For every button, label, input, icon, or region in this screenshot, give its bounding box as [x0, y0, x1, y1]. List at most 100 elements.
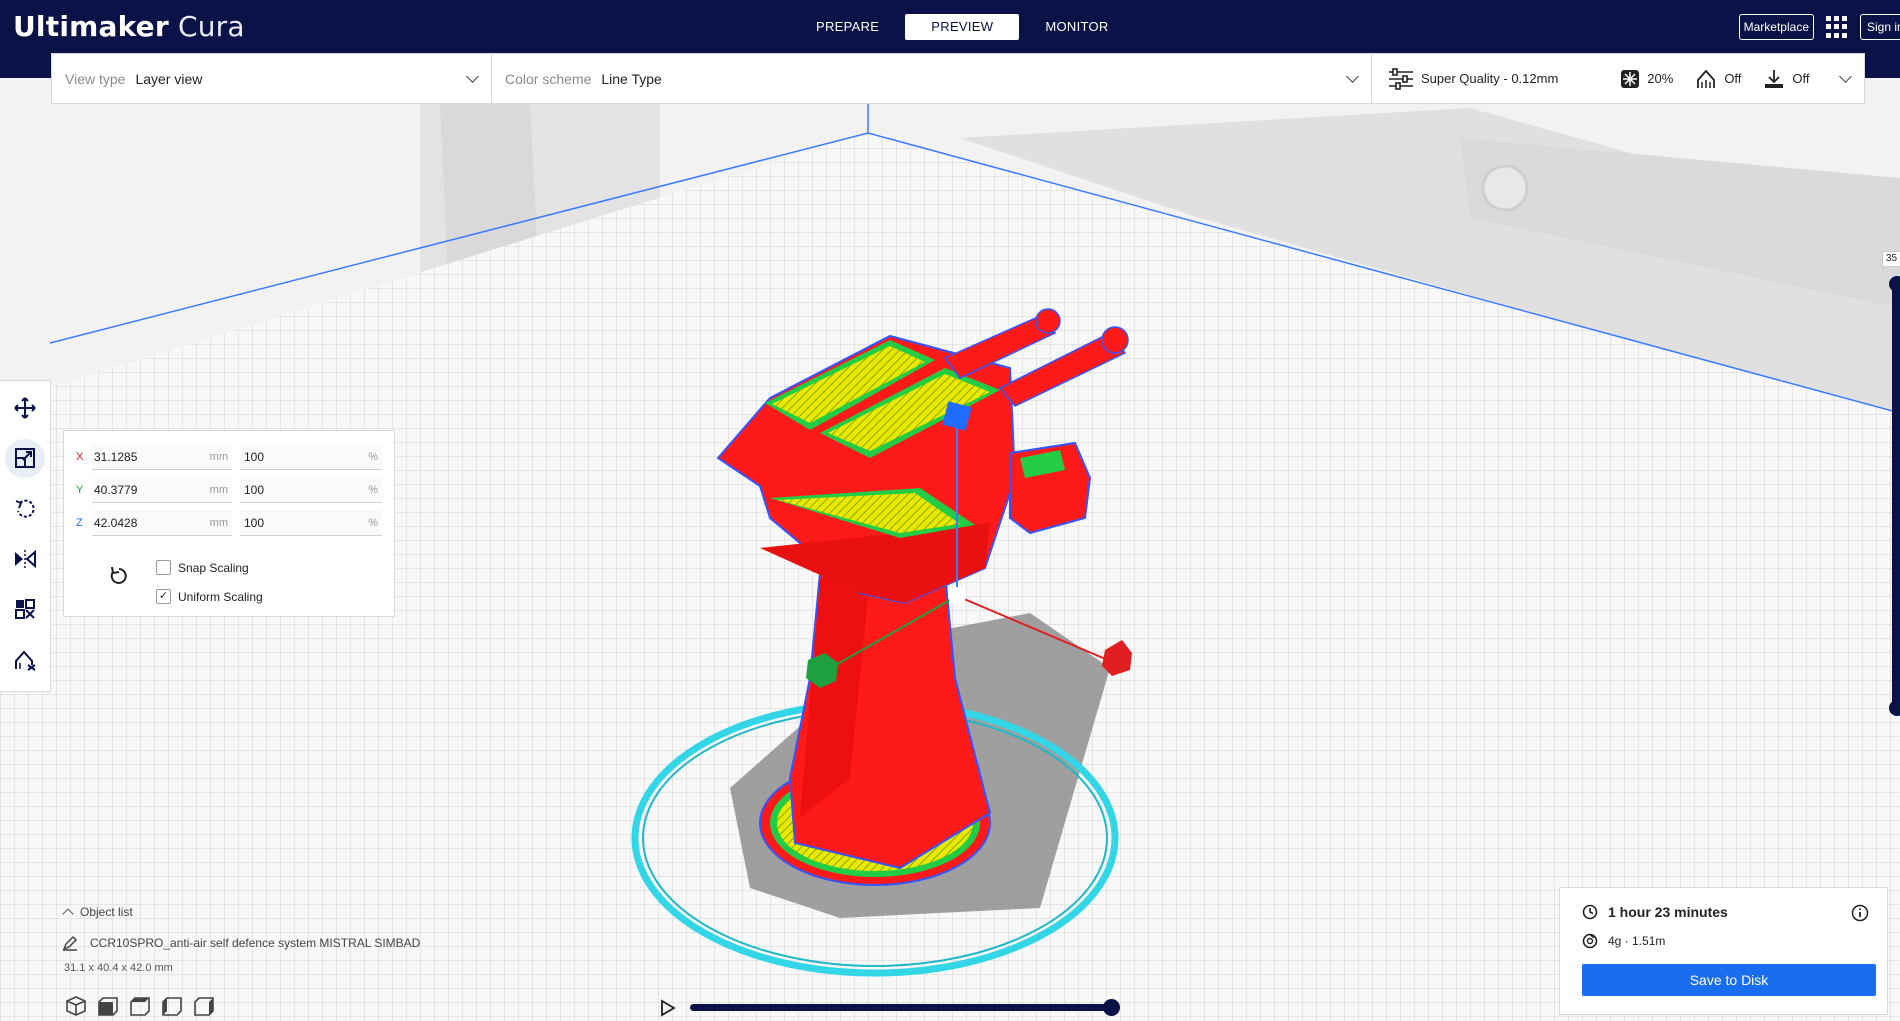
- print-settings-selector[interactable]: Super Quality - 0.12mm 20% Off Off: [1372, 54, 1864, 103]
- stage-menu: PREPARE PREVIEW MONITOR: [790, 14, 1135, 40]
- mirror-tool-button[interactable]: [5, 540, 45, 578]
- layer-slider-top-handle[interactable]: [1889, 276, 1900, 292]
- view-options-bar: View type Layer view Color scheme Line T…: [51, 53, 1865, 104]
- per-model-settings-icon: [15, 599, 35, 620]
- save-to-disk-button[interactable]: Save to Disk: [1582, 964, 1876, 996]
- scale-y-percent-value: 100: [244, 482, 265, 497]
- scale-row-z: Z 42.0428 mm 100 %: [76, 510, 382, 536]
- move-icon: [14, 397, 36, 419]
- object-list: Object list CCR10SPRO_anti-air self defe…: [62, 905, 420, 974]
- profile-setting: Super Quality - 0.12mm: [1388, 67, 1559, 90]
- scale-row-x: X 31.1285 mm 100 %: [76, 444, 382, 470]
- path-slider-handle[interactable]: [1103, 999, 1120, 1016]
- uniform-scaling-label: Uniform Scaling: [178, 589, 263, 604]
- app-logo: Ultimaker Cura: [13, 10, 245, 43]
- sign-in-button[interactable]: Sign in: [1860, 14, 1900, 40]
- object-list-header: Object list: [80, 905, 133, 919]
- tool-panel: [0, 380, 51, 692]
- 3d-view-icon[interactable]: [65, 995, 87, 1017]
- marketplace-button[interactable]: Marketplace: [1738, 14, 1814, 40]
- scale-tool-button[interactable]: [5, 439, 45, 478]
- scale-row-y: Y 40.3779 mm 100 %: [76, 477, 382, 503]
- uniform-scaling-option[interactable]: ✓ Uniform Scaling: [156, 589, 263, 604]
- mm-unit: mm: [209, 483, 228, 496]
- support-icon: [1697, 69, 1716, 88]
- object-dimensions: 31.1 x 40.4 x 42.0 mm: [64, 962, 173, 974]
- header-actions: Marketplace Sign in: [1738, 14, 1900, 40]
- tab-prepare[interactable]: PREPARE: [790, 14, 905, 40]
- left-view-icon[interactable]: [161, 995, 183, 1017]
- chevron-down-icon: [1346, 70, 1359, 83]
- chevron-down-icon: [1839, 70, 1852, 83]
- layer-slider[interactable]: [1889, 276, 1900, 716]
- object-list-item[interactable]: CCR10SPRO_anti-air self defence system M…: [62, 935, 420, 951]
- filament-spool-icon: [1582, 933, 1598, 949]
- scale-z-percent-input[interactable]: 100 %: [240, 510, 382, 536]
- scale-y-percent-input[interactable]: 100 %: [240, 477, 382, 503]
- color-scheme-selector[interactable]: Color scheme Line Type: [492, 54, 1372, 103]
- front-view-icon[interactable]: [97, 995, 119, 1017]
- scale-x-percent-value: 100: [244, 449, 265, 464]
- scale-z-mm-input[interactable]: 42.0428 mm: [92, 510, 232, 536]
- material-usage: 4g · 1.51m: [1582, 933, 1665, 949]
- tab-monitor[interactable]: MONITOR: [1019, 14, 1134, 40]
- chevron-up-icon: [62, 908, 74, 920]
- per-model-settings-button[interactable]: [5, 590, 45, 628]
- apps-grid-icon[interactable]: [1826, 16, 1848, 38]
- cura-window: Ultimaker Cura PREPARE PREVIEW MONITOR M…: [0, 0, 1900, 1021]
- scale-y-mm-input[interactable]: 40.3779 mm: [92, 477, 232, 503]
- adhesion-setting: Off: [1763, 68, 1810, 90]
- mm-unit: mm: [209, 516, 228, 529]
- layer-number-input[interactable]: 35: [1882, 251, 1900, 267]
- scale-x-mm-value: 31.1285: [94, 449, 138, 464]
- reset-icon: [110, 566, 127, 584]
- sliders-icon: [1389, 67, 1413, 90]
- layer-slider-bottom-handle[interactable]: [1889, 700, 1900, 716]
- scale-z-percent-value: 100: [244, 515, 265, 530]
- chevron-down-icon: [466, 70, 479, 83]
- brand-light: Cura: [177, 10, 245, 43]
- move-tool-button[interactable]: [5, 389, 45, 427]
- rotate-icon: [15, 499, 35, 518]
- snap-scaling-option[interactable]: Snap Scaling: [156, 560, 249, 575]
- infill-setting: 20%: [1620, 69, 1673, 89]
- view-type-selector[interactable]: View type Layer view: [52, 54, 492, 103]
- infill-value: 20%: [1647, 71, 1674, 86]
- layer-path-slider[interactable]: [690, 999, 1120, 1016]
- percent-unit: %: [368, 516, 378, 529]
- object-name: CCR10SPRO_anti-air self defence system M…: [90, 936, 421, 950]
- scale-tool-panel: X 31.1285 mm 100 % Y 40.3779 mm 100 % Z …: [63, 430, 395, 617]
- play-icon[interactable]: [660, 999, 676, 1017]
- top-view-icon[interactable]: [129, 995, 151, 1017]
- material-usage-value: 4g · 1.51m: [1608, 934, 1666, 948]
- axis-y-label: Y: [76, 484, 84, 496]
- color-scheme-value: Line Type: [601, 70, 662, 87]
- support-blocker-icon: [15, 650, 36, 671]
- tab-preview[interactable]: PREVIEW: [905, 14, 1020, 40]
- print-time-value: 1 hour 23 minutes: [1608, 904, 1728, 920]
- adhesion-value: Off: [1792, 71, 1810, 86]
- info-icon[interactable]: [1851, 904, 1869, 922]
- reset-scale-button[interactable]: [104, 561, 134, 591]
- percent-unit: %: [368, 483, 378, 496]
- right-view-icon[interactable]: [193, 995, 215, 1017]
- scale-y-mm-value: 40.3779: [94, 482, 138, 497]
- scale-x-mm-input[interactable]: 31.1285 mm: [92, 444, 232, 470]
- scale-icon: [15, 448, 35, 469]
- rotate-tool-button[interactable]: [5, 490, 45, 528]
- uniform-scaling-checkbox[interactable]: ✓: [156, 589, 171, 604]
- pencil-icon[interactable]: [62, 935, 78, 951]
- brand-bold: Ultimaker: [13, 10, 169, 43]
- axis-x-label: X: [76, 451, 84, 463]
- clock-icon: [1582, 904, 1598, 920]
- infill-icon: [1621, 69, 1640, 88]
- support-setting: Off: [1695, 68, 1741, 90]
- support-blocker-button[interactable]: [5, 641, 45, 679]
- percent-unit: %: [368, 450, 378, 463]
- scale-x-percent-input[interactable]: 100 %: [240, 444, 382, 470]
- profile-value: Super Quality - 0.12mm: [1421, 71, 1559, 86]
- snap-scaling-checkbox[interactable]: [156, 560, 171, 575]
- view-type-label: View type: [65, 70, 126, 87]
- color-scheme-label: Color scheme: [505, 70, 592, 87]
- object-list-toggle[interactable]: Object list: [62, 905, 133, 920]
